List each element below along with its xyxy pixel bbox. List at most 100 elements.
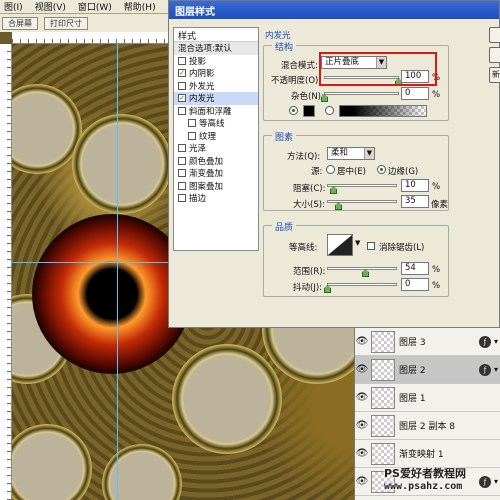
style-checkbox[interactable] — [188, 119, 196, 128]
style-checkbox[interactable]: ✓ — [178, 69, 186, 78]
gradient-radio[interactable] — [325, 106, 334, 115]
visibility-eye-icon[interactable]: 👁 — [355, 392, 369, 403]
style-item[interactable]: ✓ 内发光 — [174, 92, 258, 105]
style-item-label: 颜色叠加 — [189, 156, 224, 167]
choke-slider[interactable] — [327, 184, 397, 187]
range-input[interactable]: 54 — [401, 262, 429, 275]
layer-name: 图层 2 — [399, 366, 426, 376]
anti-alias-checkbox[interactable] — [367, 242, 375, 250]
method-select[interactable]: 柔和 ▼ — [327, 147, 375, 160]
style-checkbox[interactable]: ✓ — [178, 94, 186, 103]
layer-thumbnail — [371, 358, 395, 381]
layer-thumbnail — [371, 330, 395, 353]
print-size-button[interactable]: 打印尺寸 — [44, 16, 88, 30]
chevron-down-icon: ▼ — [364, 148, 374, 159]
style-checkbox[interactable] — [178, 81, 186, 90]
layer-effects-icon[interactable]: ƒ — [478, 335, 491, 348]
range-slider[interactable] — [327, 267, 397, 270]
chevron-down-icon[interactable]: ▼ — [355, 239, 360, 247]
ok-button[interactable] — [489, 27, 500, 43]
style-item[interactable]: 等高线 — [174, 117, 258, 130]
menu-window[interactable]: 窗口(W) — [78, 0, 112, 13]
size-input[interactable]: 35 — [401, 195, 429, 208]
visibility-eye-icon[interactable]: 👁 — [355, 420, 369, 431]
layer-row[interactable]: 👁 渐变映射 1 — [355, 440, 500, 468]
style-item-label: 描边 — [189, 194, 207, 205]
style-item[interactable]: 描边 — [174, 192, 258, 205]
size-slider[interactable] — [327, 200, 397, 203]
style-item[interactable]: 光泽 — [174, 142, 258, 155]
style-checkbox[interactable] — [188, 131, 196, 140]
size-unit: 像素 — [431, 200, 449, 210]
range-unit: % — [432, 265, 441, 275]
menu-image[interactable]: 图(I) — [4, 0, 23, 13]
style-item[interactable]: 斜面和浮雕 — [174, 105, 258, 118]
visibility-eye-icon[interactable]: 👁 — [355, 336, 369, 347]
ornament-ring — [72, 114, 172, 214]
source-center-radio[interactable] — [326, 165, 335, 174]
choke-input[interactable]: 10 — [401, 179, 429, 192]
range-label: 范围(R): — [293, 267, 326, 277]
expand-effects-icon[interactable]: ▾ — [494, 365, 498, 374]
fit-screen-button[interactable]: 合屏幕 — [2, 16, 38, 30]
style-item[interactable]: 渐变叠加 — [174, 167, 258, 180]
style-item-label: 斜面和浮雕 — [189, 106, 232, 117]
layer-name: 渐变映射 1 — [399, 450, 444, 460]
style-checkbox[interactable] — [178, 194, 186, 203]
layer-row[interactable]: 👁 图层 2 副本 8 — [355, 412, 500, 440]
dialog-titlebar[interactable]: 图层样式 — [169, 1, 499, 19]
style-item[interactable]: 纹理 — [174, 130, 258, 143]
expand-effects-icon[interactable]: ▾ — [494, 337, 498, 346]
style-item[interactable]: 图案叠加 — [174, 180, 258, 193]
style-checkbox[interactable] — [178, 56, 186, 65]
new-style-button[interactable]: 新 — [489, 67, 500, 83]
style-item[interactable]: ✓ 内阴影 — [174, 67, 258, 80]
style-checkbox[interactable] — [178, 181, 186, 190]
glow-gradient-picker[interactable] — [339, 105, 427, 117]
vertical-guide — [117, 44, 118, 500]
noise-input[interactable]: 0 — [401, 87, 429, 100]
layer-row[interactable]: 👁 图层 3 ƒ ▾ — [355, 328, 500, 356]
contour-picker[interactable] — [327, 234, 353, 256]
visibility-eye-icon[interactable]: 👁 — [355, 364, 369, 375]
noise-unit: % — [432, 90, 441, 100]
solid-color-radio[interactable] — [289, 106, 298, 115]
cancel-button[interactable] — [489, 47, 500, 63]
style-checkbox[interactable] — [178, 144, 186, 153]
layer-effects-icon[interactable]: ƒ — [478, 363, 491, 376]
layer-name: 图层 3 — [399, 338, 426, 348]
style-checkbox[interactable] — [178, 169, 186, 178]
styles-header[interactable]: 样式 — [174, 28, 258, 42]
menu-help[interactable]: 帮助(H) — [124, 0, 156, 13]
source-label: 源: — [311, 167, 323, 177]
watermark: PS爱好者教程网 www.psahz.com — [384, 465, 496, 497]
source-center-label: 居中(E) — [337, 167, 367, 177]
dialog-title: 图层样式 — [175, 6, 215, 18]
visibility-eye-icon[interactable]: 👁 — [355, 476, 369, 487]
style-item-label: 混合选项:默认 — [178, 44, 232, 55]
layer-thumbnail — [371, 442, 395, 465]
layer-row[interactable]: 👁 图层 2 ƒ ▾ — [355, 356, 500, 384]
noise-slider[interactable] — [324, 92, 399, 95]
style-item-label: 渐变叠加 — [189, 169, 224, 180]
style-item-label: 光泽 — [189, 144, 207, 155]
style-item[interactable]: 颜色叠加 — [174, 155, 258, 168]
watermark-line1: PS爱好者教程网 — [384, 467, 466, 480]
visibility-eye-icon[interactable]: 👁 — [355, 448, 369, 459]
method-value: 柔和 — [331, 148, 349, 158]
glow-color-swatch[interactable] — [303, 105, 315, 117]
menu-view[interactable]: 视图(V) — [35, 0, 66, 13]
style-checkbox[interactable] — [178, 156, 186, 165]
watermark-line2: www.psahz.com — [384, 481, 463, 492]
source-edge-radio[interactable] — [377, 165, 386, 174]
jitter-input[interactable]: 0 — [401, 278, 429, 291]
style-item[interactable]: 外发光 — [174, 80, 258, 93]
layer-row[interactable]: 👁 图层 1 — [355, 384, 500, 412]
style-item[interactable]: 投影 — [174, 55, 258, 68]
noise-label: 杂色(N): — [291, 92, 324, 102]
style-checkbox[interactable] — [178, 106, 186, 115]
jitter-slider[interactable] — [327, 283, 397, 286]
style-item[interactable]: 混合选项:默认 — [174, 42, 258, 55]
highlight-box — [319, 52, 437, 86]
jitter-label: 抖动(J): — [293, 283, 323, 293]
